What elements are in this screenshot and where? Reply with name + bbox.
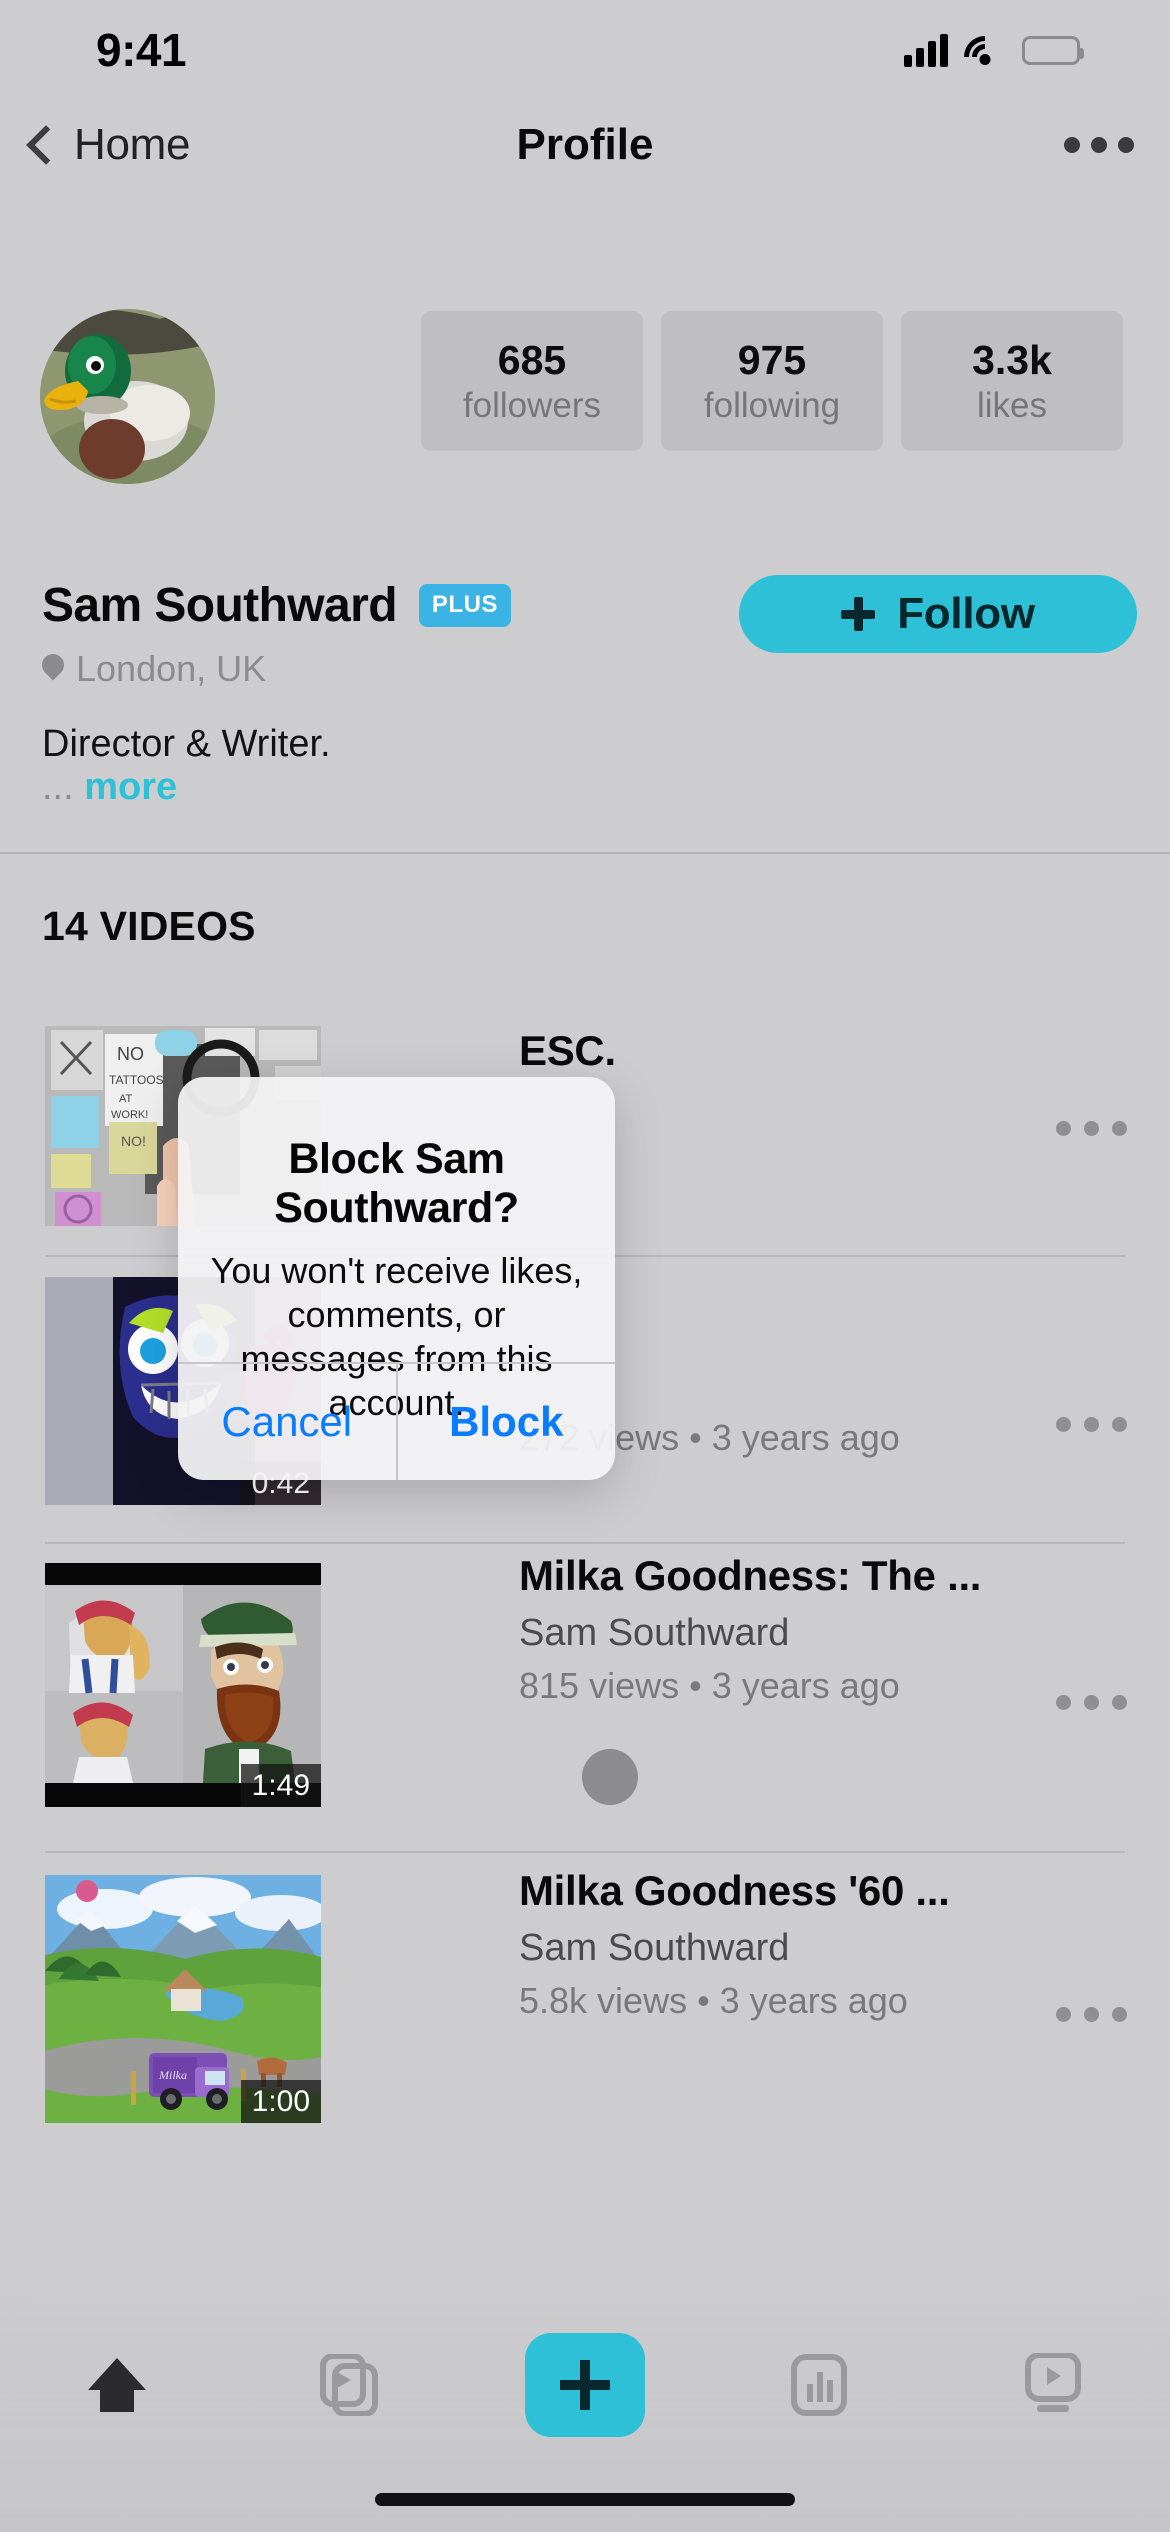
stat-likes[interactable]: 3.3k likes <box>901 311 1123 451</box>
tab-create[interactable] <box>495 2325 675 2445</box>
stat-following-value: 975 <box>737 336 807 383</box>
follow-button-label: Follow <box>897 589 1035 638</box>
stat-followers-label: followers <box>462 385 602 425</box>
profile-location-label: London, UK <box>76 648 267 689</box>
duck-avatar-image <box>40 309 215 484</box>
video-duration: 1:49 <box>240 1764 321 1807</box>
svg-text:NO!: NO! <box>121 1133 146 1149</box>
status-bar-indicators <box>904 27 1084 87</box>
analytics-icon <box>791 2354 847 2416</box>
video-thumbnail[interactable]: Milka 1:00 <box>45 1875 321 2123</box>
tab-clips[interactable] <box>261 2325 441 2445</box>
video-info: Milka Goodness: The ... Sam Southward 81… <box>519 1552 981 1707</box>
stat-following[interactable]: 975 following <box>661 311 883 451</box>
stat-likes-label: likes <box>976 385 1048 425</box>
profile-location: London, UK <box>42 648 266 690</box>
video-author: Sam Southward <box>519 1927 790 1969</box>
cancel-button[interactable]: Cancel <box>178 1364 396 1480</box>
video-duration: 1:00 <box>240 2080 321 2123</box>
home-icon <box>88 2358 146 2412</box>
plus-icon <box>841 597 876 631</box>
section-divider <box>0 852 1170 854</box>
plus-badge: PLUS <box>418 584 511 627</box>
profile-name: Sam Southward <box>42 579 398 632</box>
svg-text:WORK!: WORK! <box>111 1109 148 1121</box>
video-more-button[interactable] <box>1056 2007 1127 2022</box>
row-divider <box>45 1542 1125 1544</box>
bio-more-link[interactable]: more <box>84 766 177 808</box>
status-bar-clock: 9:41 <box>96 24 187 76</box>
video-title: Milka Goodness: The ... <box>519 1552 982 1599</box>
video-more-button[interactable] <box>1056 1121 1127 1136</box>
svg-text:TATTOOS: TATTOOS <box>109 1073 164 1087</box>
profile-bio: Director & Writer. <box>42 723 331 765</box>
back-button[interactable]: Home <box>26 120 190 170</box>
stat-likes-value: 3.3k <box>972 336 1052 383</box>
row-divider <box>45 1851 1125 1853</box>
svg-text:NO: NO <box>117 1044 144 1064</box>
block-button[interactable]: Block <box>398 1364 616 1480</box>
bio-truncation: ... <box>42 766 74 808</box>
video-title: Milka Goodness '60 ... <box>519 1867 950 1914</box>
tab-bar-items <box>0 2325 1170 2445</box>
battery-icon <box>1022 35 1084 65</box>
dialog-title: Block Sam Southward? <box>274 1135 519 1233</box>
profile-stats: 685 followers 975 following 3.3k likes <box>421 311 1123 451</box>
nav-more-button[interactable] <box>1064 137 1134 153</box>
video-info: Milka Goodness '60 ... Sam Southward 5.8… <box>519 1867 950 2022</box>
video-author: Sam Southward <box>519 1612 790 1654</box>
table-row[interactable]: 1:49 Milka Goodness: The ... Sam Southwa… <box>0 1552 1170 1823</box>
avatar-placeholder <box>582 1749 638 1805</box>
map-pin-icon <box>42 654 64 684</box>
videos-section-header: 14 VIDEOS <box>42 903 256 949</box>
video-more-button[interactable] <box>1056 1695 1127 1710</box>
profile-bio-more-row: ... more <box>42 766 177 809</box>
video-title: ESC. <box>519 1027 616 1074</box>
video-thumbnail[interactable]: 1:49 <box>45 1563 321 1807</box>
block-confirmation-dialog: Block Sam Southward? You won't receive l… <box>178 1077 615 1480</box>
tab-tv[interactable] <box>963 2325 1143 2445</box>
tab-analytics[interactable] <box>729 2325 909 2445</box>
dialog-actions: Cancel Block <box>178 1364 615 1480</box>
profile-name-row: Sam Southward PLUS <box>42 578 511 633</box>
stat-followers[interactable]: 685 followers <box>421 311 643 451</box>
stat-followers-value: 685 <box>497 336 567 383</box>
stat-following-label: following <box>703 385 841 425</box>
video-meta: 815 views • 3 years ago <box>519 1665 900 1706</box>
table-row[interactable]: Milka 1:00 Milka Goodness '60 ... Sam So… <box>0 1867 1170 2135</box>
video-more-button[interactable] <box>1056 1417 1127 1432</box>
clips-icon <box>320 2354 378 2416</box>
svg-text:Milka: Milka <box>158 2068 187 2082</box>
plus-icon <box>560 2360 610 2410</box>
back-button-label: Home <box>74 120 191 169</box>
status-bar: 9:41 <box>0 0 1170 100</box>
tab-home[interactable] <box>27 2325 207 2445</box>
home-indicator <box>375 2493 795 2506</box>
svg-text:AT: AT <box>119 1093 133 1105</box>
video-info: ESC. <box>519 1027 616 1075</box>
avatar[interactable] <box>40 309 215 484</box>
tv-icon <box>1025 2353 1081 2412</box>
signal-bars-icon <box>904 33 948 67</box>
wifi-icon <box>955 27 1015 87</box>
tab-bar <box>0 2287 1170 2532</box>
chevron-left-icon <box>26 125 66 165</box>
follow-button[interactable]: Follow <box>739 575 1137 653</box>
create-button[interactable] <box>525 2333 645 2437</box>
navigation-bar: Home Profile <box>0 100 1170 190</box>
video-meta: 5.8k views • 3 years ago <box>519 1980 908 2021</box>
